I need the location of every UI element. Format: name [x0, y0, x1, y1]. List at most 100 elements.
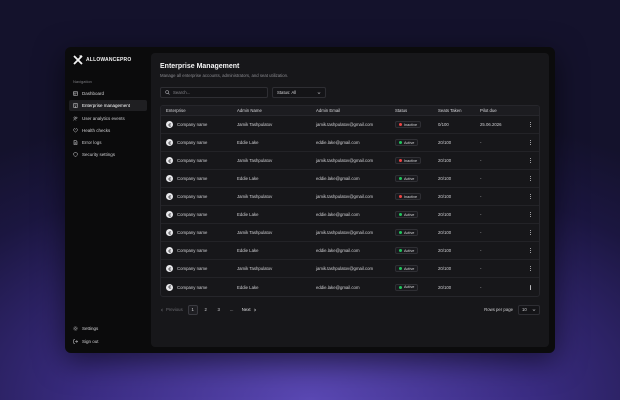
- nav-item-label: Error logs: [82, 140, 102, 146]
- sidebar-item-user-analytics-events[interactable]: User analytics events: [69, 113, 147, 124]
- page-button-3[interactable]: 3: [214, 305, 224, 315]
- company-logo-icon: [168, 266, 171, 271]
- status-cell: Active: [395, 211, 438, 218]
- status-filter-select[interactable]: Status: All: [272, 87, 326, 98]
- sidebar-item-dashboard[interactable]: Dashboard: [69, 88, 147, 99]
- rows-per-page-value: 10: [522, 307, 527, 312]
- status-dot: [399, 195, 402, 198]
- status-dot: [399, 159, 402, 162]
- table-row[interactable]: Company name Eddie Lake eddie.lake@gmail.c…: [161, 278, 539, 296]
- table-row[interactable]: Company name Eddie Lake eddie.lake@gmail.c…: [161, 206, 539, 224]
- next-page-button[interactable]: Next: [242, 307, 257, 312]
- page-subtitle: Manage all enterprise accounts, administ…: [160, 73, 289, 78]
- sidebar-item-security-settings[interactable]: Security settings: [69, 149, 147, 160]
- nav-item-label: Settings: [82, 326, 99, 332]
- main-content: Enterprise Management Manage all enterpr…: [151, 53, 549, 347]
- status-badge: Active: [395, 175, 419, 182]
- filters-bar: Status: All: [160, 87, 540, 98]
- company-avatar: [166, 229, 173, 236]
- more-options-icon[interactable]: [528, 211, 533, 218]
- row-actions: [524, 247, 539, 254]
- enterprise-cell: Company name: [161, 229, 237, 236]
- search-icon: [165, 90, 170, 95]
- pagination: Previous 1 2 3... Next: [160, 304, 257, 315]
- table-row[interactable]: Company name Jamik Tashpulatov jamik.tashp…: [161, 116, 539, 134]
- more-options-icon[interactable]: [528, 265, 533, 272]
- more-options-icon[interactable]: [528, 284, 533, 291]
- company-logo-icon: [168, 212, 171, 217]
- rows-per-page-label: Rows per page: [484, 307, 513, 312]
- enterprise-cell: Company name: [161, 139, 237, 146]
- search-input[interactable]: [173, 90, 263, 95]
- sidebar-item-sign-out[interactable]: Sign out: [69, 336, 147, 347]
- more-options-icon[interactable]: [528, 175, 533, 182]
- company-avatar: [166, 211, 173, 218]
- status-badge: Inactive: [395, 121, 422, 128]
- sidebar-item-settings[interactable]: Settings: [69, 323, 147, 334]
- dashboard-icon: [73, 91, 78, 96]
- app-window: ALLOWANCEPRO Navigation Dashboard Enterpr…: [65, 47, 555, 353]
- company-logo-icon: [168, 230, 171, 235]
- status-dot: [399, 267, 402, 270]
- company-logo-icon: [168, 285, 171, 289]
- table-row[interactable]: Company name Jamik Tashpulatov jamik.tashp…: [161, 224, 539, 242]
- previous-page-button[interactable]: Previous: [160, 307, 183, 312]
- status-badge: Active: [395, 283, 419, 291]
- admin-email: jamik.tashpulatov@gmail.com: [316, 230, 374, 235]
- table-body: Company name Jamik Tashpulatov jamik.tashp…: [161, 116, 539, 296]
- more-options-icon[interactable]: [528, 229, 533, 236]
- enterprise-name: Company name: [177, 140, 208, 145]
- company-avatar: [166, 247, 173, 254]
- rows-per-page-select[interactable]: 10: [518, 304, 540, 315]
- admin-name: Jamik Tashpulatov: [237, 158, 273, 163]
- admin-email: jamik.tashpulatov@gmail.com: [316, 122, 374, 127]
- column-header-admin-name: Admin Name: [237, 108, 262, 113]
- company-logo-icon: [168, 248, 171, 253]
- page-button-2[interactable]: 2: [201, 305, 211, 315]
- table-row[interactable]: Company name Eddie Lake eddie.lake@gmail.c…: [161, 170, 539, 188]
- status-dot: [399, 249, 402, 252]
- pilot-due: -: [480, 140, 482, 145]
- sidebar-item-health-checks[interactable]: Health checks: [69, 125, 147, 136]
- status-badge: Active: [395, 247, 419, 254]
- nav-item-label: User analytics events: [82, 115, 125, 121]
- enterprise-name: Company name: [177, 266, 208, 271]
- company-avatar: [166, 283, 173, 291]
- more-options-icon[interactable]: [528, 157, 533, 164]
- status-dot: [399, 123, 402, 126]
- company-avatar: [166, 193, 173, 200]
- sidebar-item-enterprise-management[interactable]: Enterprise management: [69, 100, 147, 112]
- more-options-icon[interactable]: [528, 121, 533, 128]
- more-options-icon[interactable]: [528, 193, 533, 200]
- company-avatar: [166, 265, 173, 272]
- status-text: Active: [404, 212, 415, 217]
- company-avatar: [166, 175, 173, 182]
- table-row[interactable]: Company name Jamik Tashpulatov jamik.tashp…: [161, 260, 539, 278]
- table-header: Enterprise Admin Name Admin Email Status…: [161, 106, 539, 116]
- admin-name: Eddie Lake: [237, 140, 259, 145]
- status-dot: [399, 285, 402, 289]
- table-row[interactable]: Company name Eddie Lake eddie.lake@gmail.c…: [161, 134, 539, 152]
- search-box[interactable]: [160, 87, 268, 98]
- status-dot: [399, 177, 402, 180]
- pilot-due: -: [480, 230, 482, 235]
- sidebar: ALLOWANCEPRO Navigation Dashboard Enterpr…: [65, 47, 151, 353]
- more-options-icon[interactable]: [528, 247, 533, 254]
- table-row[interactable]: Company name Jamik Tashpulatov jamik.tashp…: [161, 152, 539, 170]
- page-button-1[interactable]: 1: [187, 304, 198, 315]
- nav-item-label: Dashboard: [82, 91, 105, 96]
- pagination-ellipsis: ...: [229, 307, 234, 312]
- chevron-right-icon: [253, 308, 256, 311]
- status-badge: Inactive: [395, 193, 422, 200]
- more-options-icon[interactable]: [528, 139, 533, 146]
- status-text: Active: [404, 248, 415, 253]
- table-row[interactable]: Company name Eddie Lake eddie.lake@gmail.c…: [161, 242, 539, 260]
- admin-email: eddie.lake@gmail.com: [316, 176, 360, 181]
- status-badge: Active: [395, 265, 419, 272]
- sidebar-item-error-logs[interactable]: Error logs: [69, 137, 147, 148]
- enterprise-name: Company name: [177, 212, 208, 217]
- nav-bottom: Settings Sign out: [69, 323, 147, 348]
- status-badge: Inactive: [395, 157, 422, 164]
- table-row[interactable]: Company name Jamik Tashpulatov jamik.tashp…: [161, 188, 539, 206]
- status-cell: Inactive: [395, 193, 438, 200]
